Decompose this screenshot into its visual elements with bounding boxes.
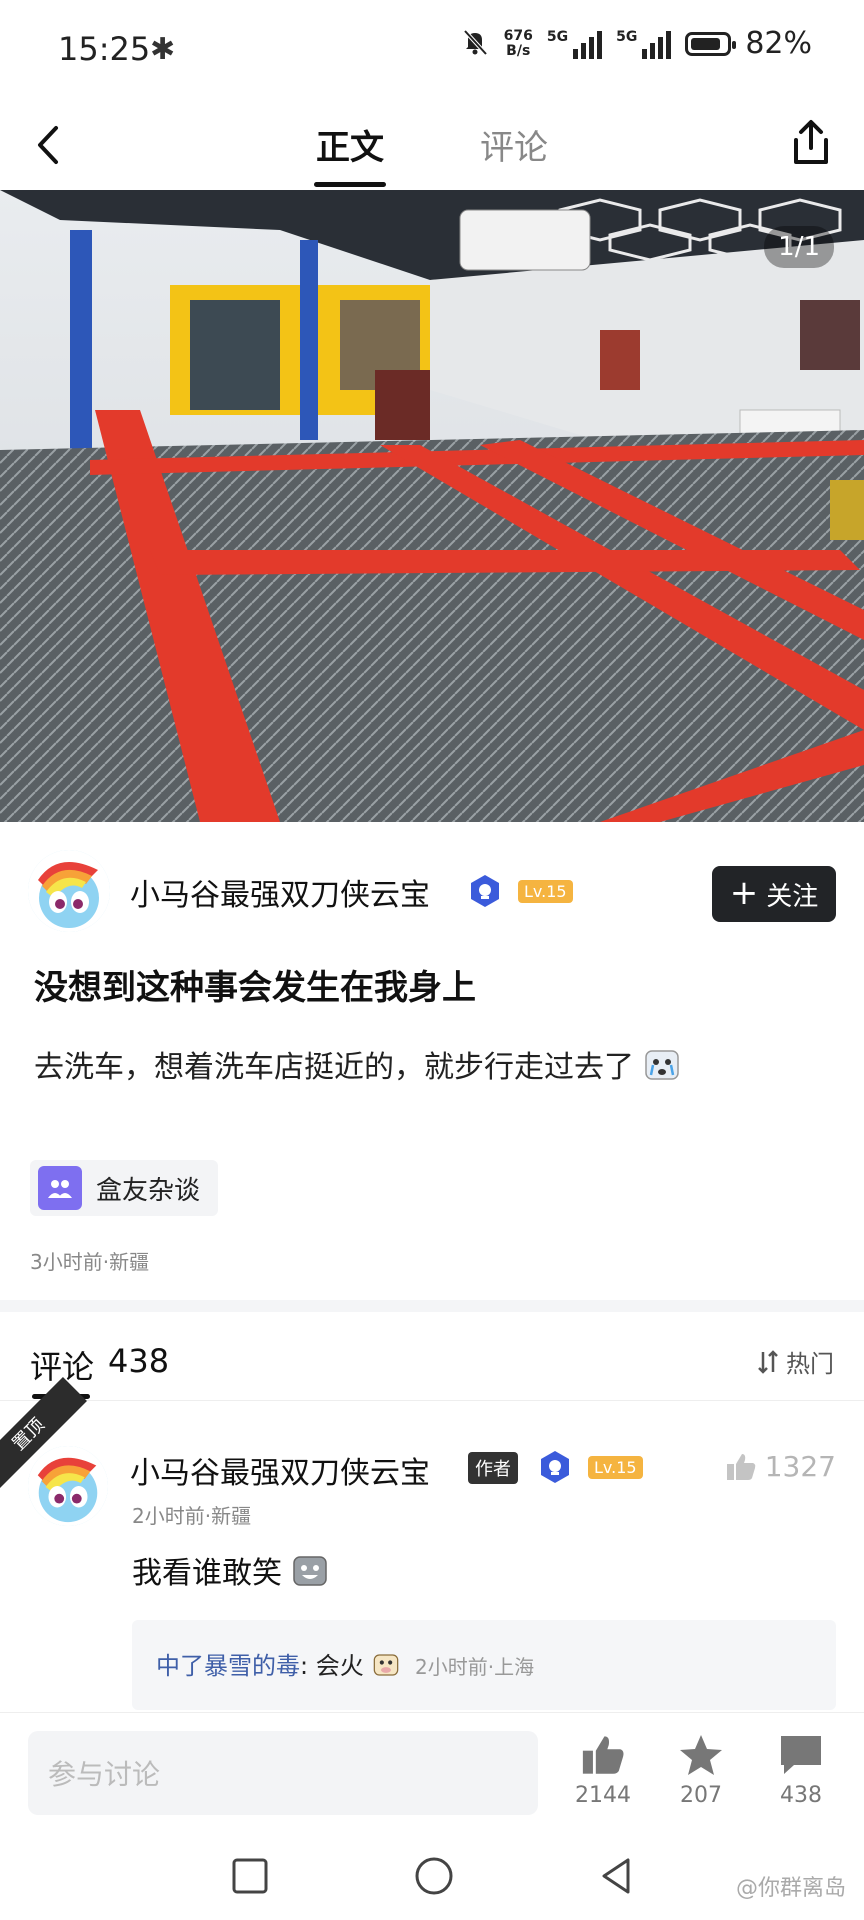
tab-comments[interactable]: 评论 <box>480 120 548 169</box>
signal-icon-sim1: 5G <box>546 28 603 59</box>
thumbs-up-icon <box>726 1453 755 1480</box>
tab-article[interactable]: 正文 <box>316 120 384 169</box>
comment-avatar[interactable] <box>28 1446 108 1526</box>
author-name[interactable]: 小马谷最强双刀侠云宝 <box>130 870 430 914</box>
post-body: 去洗车，想着洗车店挺近的，就步行走过去了 <box>34 1042 680 1086</box>
comments-count: 438 <box>108 1342 170 1380</box>
battery-icon <box>685 31 737 56</box>
system-nav-bar: @你群离岛 <box>0 1832 864 1920</box>
comment-text-content: 我看谁敢笑 <box>132 1556 282 1591</box>
sim1-label: 5G <box>546 28 569 45</box>
cow-emoji-icon <box>374 1654 399 1676</box>
reply-text: : 会火 <box>300 1652 364 1680</box>
comments-header: 评论 438 热门 <box>0 1312 864 1401</box>
level-badge: Lv.15 <box>588 1456 643 1479</box>
status-bar: 15:25 ✱ 676 B/s 5G 5G 82% <box>0 0 864 104</box>
favorite-count: 207 <box>680 1783 722 1808</box>
net-speed-unit: B/s <box>506 42 531 59</box>
sort-label: 热门 <box>786 1350 834 1378</box>
like-button[interactable]: 2144 <box>558 1733 648 1808</box>
section-divider <box>0 1300 864 1312</box>
recent-apps-icon[interactable] <box>226 1852 274 1900</box>
comment-meta: 2小时前·新疆 <box>132 1504 252 1528</box>
author-tag: 作者 <box>468 1452 518 1484</box>
post-title: 没想到这种事会发生在我身上 <box>34 968 476 1008</box>
system-back-icon[interactable] <box>594 1852 642 1900</box>
chat-bubble-icon <box>781 1736 821 1774</box>
crying-emoji-icon <box>644 1050 679 1080</box>
pony-avatar-icon <box>28 1446 108 1526</box>
comment-input-box[interactable] <box>28 1731 538 1817</box>
mute-bell-icon <box>460 27 490 61</box>
status-right: 676 B/s 5G 5G 82% <box>460 26 812 61</box>
post-meta: 3小时前·新疆 <box>30 1250 150 1274</box>
star-icon <box>680 1735 722 1775</box>
comment-button[interactable]: 438 <box>756 1733 846 1808</box>
watermark: @你群离岛 <box>735 1876 846 1901</box>
comment-text: 我看谁敢笑 <box>132 1548 328 1592</box>
home-icon[interactable] <box>410 1852 458 1900</box>
group-chat-icon <box>38 1166 82 1210</box>
reply-preview[interactable]: 中了暴雪的毒: 会火 2小时前·上海 <box>132 1620 836 1710</box>
topic-tag[interactable]: 盒友杂谈 <box>30 1160 219 1216</box>
bottom-action-bar: 2144 207 438 <box>0 1712 864 1833</box>
thumbs-up-icon <box>582 1736 624 1774</box>
comment-like-count: 1327 <box>764 1450 836 1483</box>
sort-hot-button[interactable]: 热门 <box>756 1344 834 1379</box>
author-row: 小马谷最强双刀侠云宝 Lv.15 + 关注 <box>0 850 864 946</box>
net-speed: 676 B/s <box>503 27 533 59</box>
follow-label: 关注 <box>766 881 819 912</box>
author-avatar[interactable] <box>28 850 110 932</box>
share-icon[interactable] <box>788 118 834 168</box>
verified-badge-icon <box>541 1451 569 1483</box>
top-nav: 正文 评论 <box>0 104 864 190</box>
post-body-text: 去洗车，想着洗车店挺近的，就步行走过去了 <box>34 1050 634 1085</box>
bluetooth-icon: ✱ <box>150 32 176 67</box>
comment-like-button[interactable]: 1327 <box>725 1450 836 1483</box>
comment-author-name[interactable]: 小马谷最强双刀侠云宝 <box>130 1448 430 1492</box>
sort-icon <box>758 1349 778 1374</box>
like-count: 2144 <box>575 1783 631 1808</box>
signal-icon-sim2: 5G <box>616 28 672 59</box>
image-counter: 1/1 <box>764 226 834 268</box>
comment-input[interactable] <box>28 1731 510 1817</box>
tab-active-indicator <box>314 182 386 187</box>
garage-floor-photo <box>0 190 864 822</box>
status-time: 15:25 <box>58 30 151 68</box>
sim2-label: 5G <box>616 28 638 45</box>
post-image[interactable]: 1/1 <box>0 190 864 822</box>
reply-line: 中了暴雪的毒: 会火 2小时前·上海 <box>156 1646 534 1681</box>
verified-badge-icon <box>471 875 499 907</box>
comment-count: 438 <box>780 1783 822 1808</box>
battery-percent: 82% <box>745 26 812 61</box>
reply-time: 2小时前·上海 <box>415 1655 535 1679</box>
reply-username[interactable]: 中了暴雪的毒 <box>156 1652 300 1680</box>
topic-label: 盒友杂谈 <box>96 1175 201 1206</box>
level-badge: Lv.15 <box>518 880 573 903</box>
pony-avatar-icon <box>28 850 110 932</box>
plus-icon: + <box>729 872 759 913</box>
laughing-emoji-icon <box>292 1556 327 1586</box>
back-arrow-icon[interactable] <box>30 120 70 170</box>
favorite-button[interactable]: 207 <box>656 1733 746 1808</box>
net-speed-value: 676 <box>503 27 533 44</box>
follow-button[interactable]: + 关注 <box>712 866 836 922</box>
